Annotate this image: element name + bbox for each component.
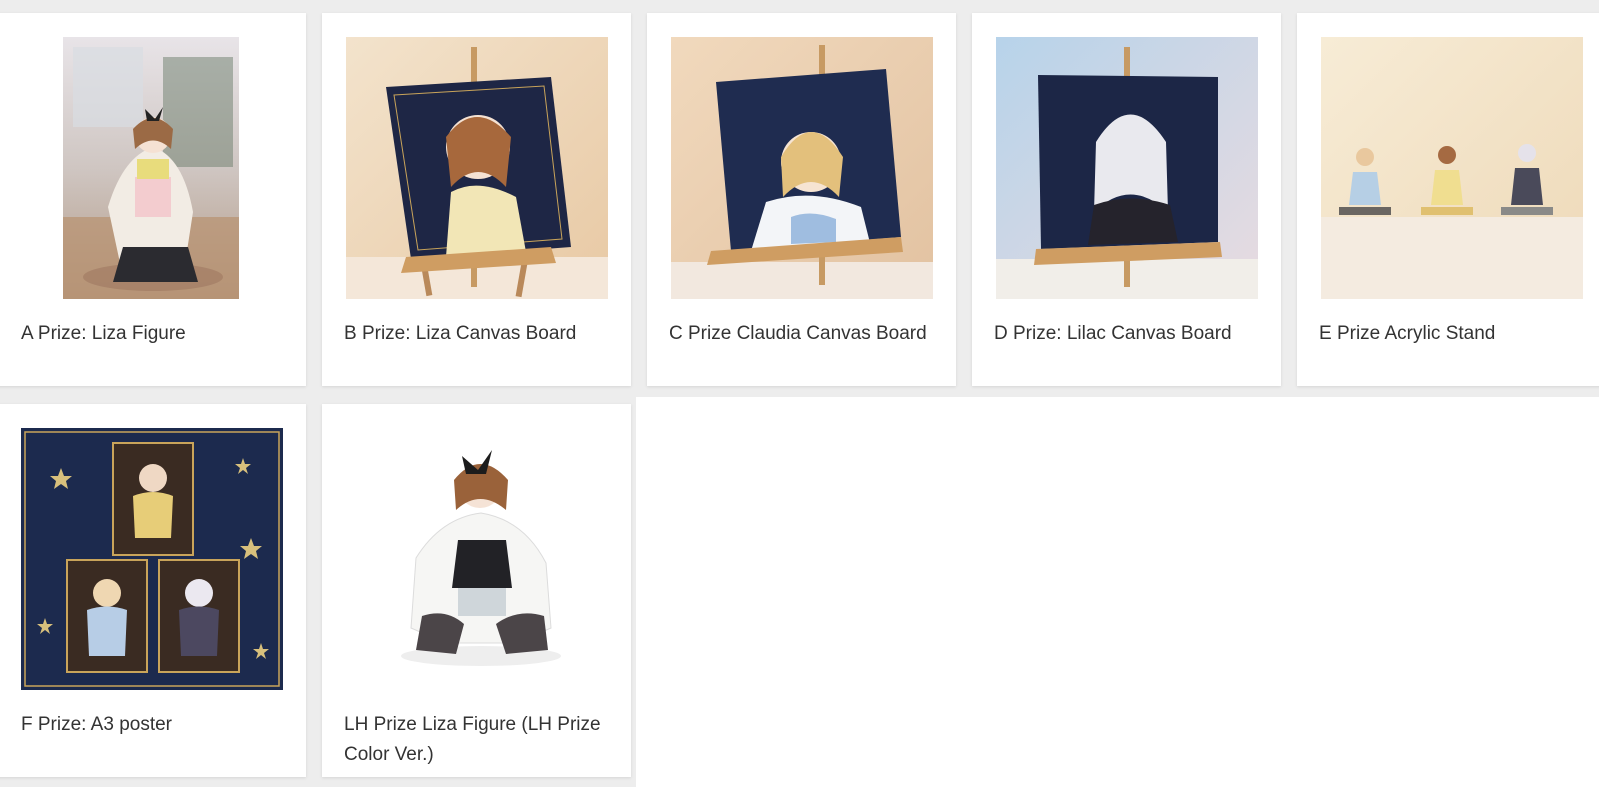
product-label-a-prize[interactable]: A Prize: Liza Figure	[21, 319, 290, 349]
product-image-d-prize[interactable]	[996, 37, 1258, 299]
product-label-c-prize[interactable]: C Prize Claudia Canvas Board	[669, 319, 940, 349]
product-image-e-prize[interactable]	[1321, 37, 1583, 299]
product-label-e-prize[interactable]: E Prize Acrylic Stand	[1319, 319, 1593, 349]
product-label-lh-prize[interactable]: LH Prize Liza Figure (LH Prize Color Ver…	[344, 710, 615, 770]
product-card-f-prize[interactable]: F Prize: A3 poster	[0, 404, 306, 777]
product-image-c-prize[interactable]	[671, 37, 933, 299]
product-card-b-prize[interactable]: B Prize: Liza Canvas Board	[322, 13, 631, 386]
product-card-lh-prize[interactable]: LH Prize Liza Figure (LH Prize Color Ver…	[322, 404, 631, 777]
product-image-a-prize[interactable]	[63, 37, 239, 299]
product-label-b-prize[interactable]: B Prize: Liza Canvas Board	[344, 319, 615, 349]
product-image-f-prize[interactable]	[21, 428, 283, 690]
product-image-lh-prize[interactable]	[346, 428, 608, 690]
product-card-d-prize[interactable]: D Prize: Lilac Canvas Board	[972, 13, 1281, 386]
product-label-d-prize[interactable]: D Prize: Lilac Canvas Board	[994, 319, 1265, 349]
product-card-a-prize[interactable]: A Prize: Liza Figure	[0, 13, 306, 386]
product-card-e-prize[interactable]: E Prize Acrylic Stand	[1297, 13, 1599, 386]
product-label-f-prize[interactable]: F Prize: A3 poster	[21, 710, 290, 740]
product-card-c-prize[interactable]: C Prize Claudia Canvas Board	[647, 13, 956, 386]
product-image-b-prize[interactable]	[346, 37, 608, 299]
